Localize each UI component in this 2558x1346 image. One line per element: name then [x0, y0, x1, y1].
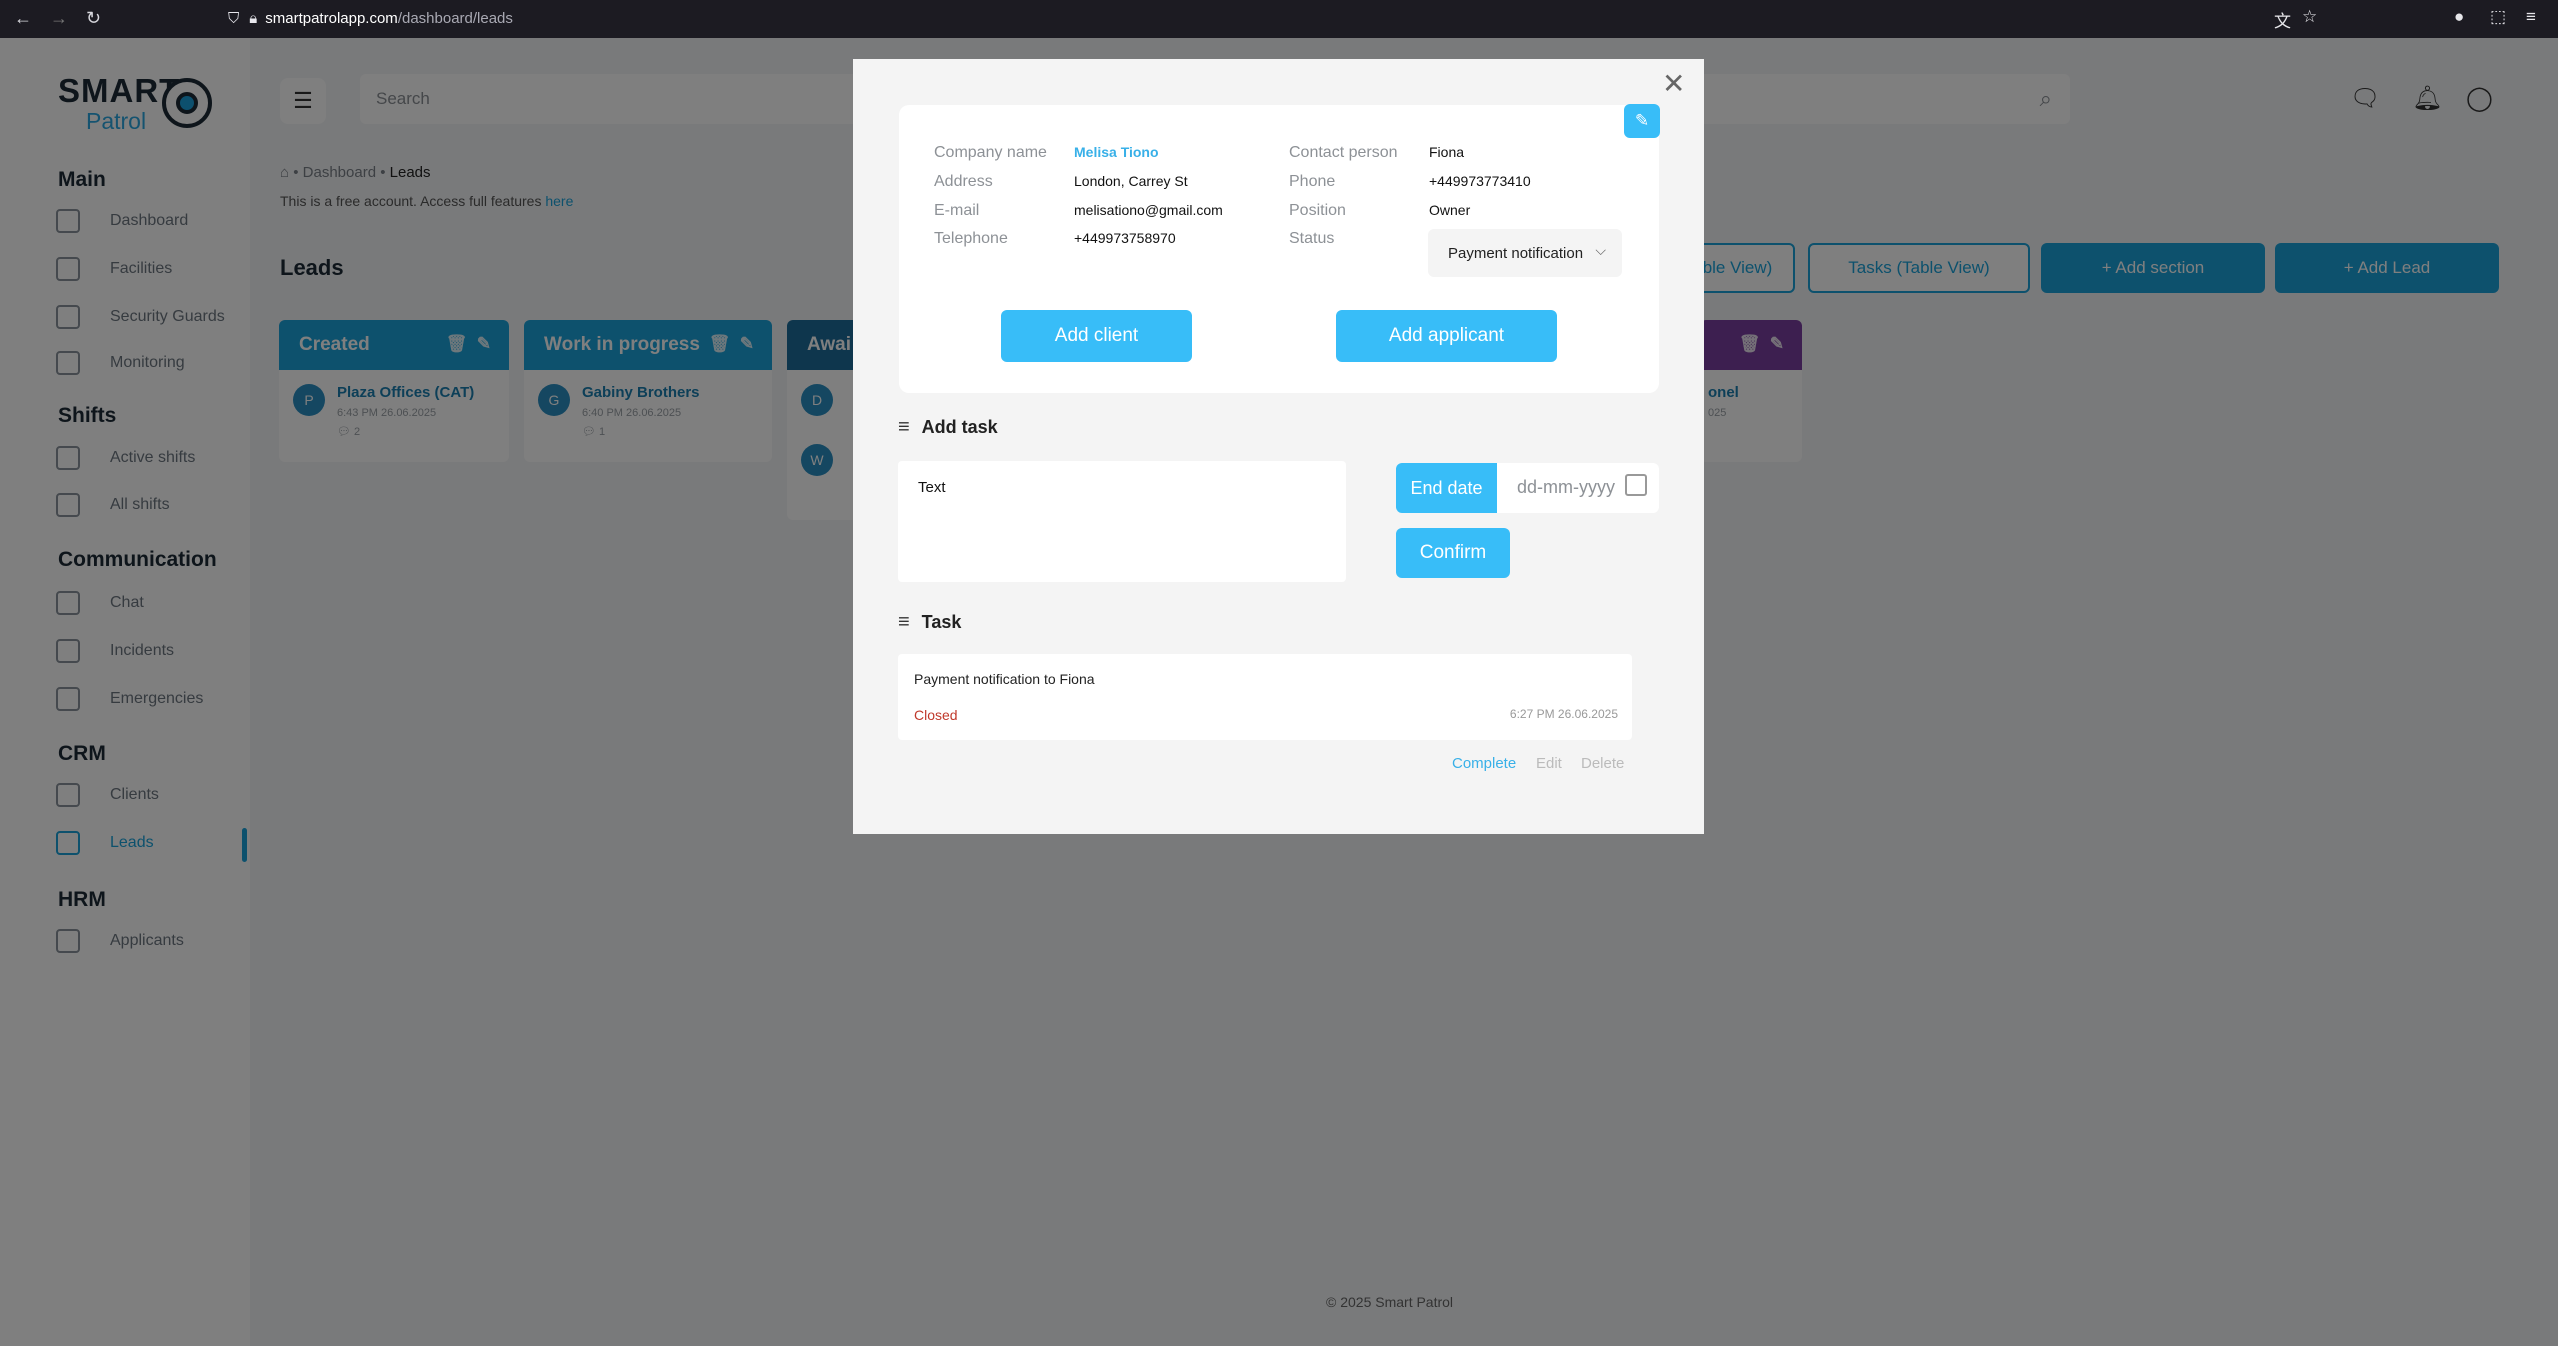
contact-person-value: Fiona [1429, 144, 1465, 160]
url-host: smartpatrolapp.com [265, 10, 398, 27]
add-task-title: Add task [921, 417, 998, 437]
edit-lead-button[interactable]: ✎ [1624, 104, 1660, 138]
back-icon[interactable]: ← [14, 8, 32, 29]
lines-icon: ≡ [898, 611, 910, 633]
task-timestamp: 6:27 PM 26.06.2025 [1509, 707, 1618, 721]
lines-icon: ≡ [898, 416, 910, 438]
add-task-header: ≡ Add task [898, 416, 998, 439]
position-label: Position [1289, 202, 1346, 219]
confirm-button[interactable]: Confirm [1396, 528, 1510, 578]
status-select[interactable]: Payment notification ⌵ [1428, 229, 1622, 277]
company-name-label: Company name [934, 144, 1047, 161]
task-text-input[interactable]: Text [898, 461, 1346, 582]
chevron-down-icon: ⌵ [1595, 242, 1606, 258]
menu-icon[interactable]: ≡ [2526, 7, 2536, 27]
reload-icon[interactable]: ↻ [86, 8, 101, 29]
task-card: Payment notification to Fiona Closed 6:2… [898, 654, 1632, 740]
account-icon[interactable]: ● [2454, 7, 2464, 27]
position-value: Owner [1429, 202, 1471, 218]
status-label: Status [1289, 230, 1335, 247]
end-date-label: End date [1396, 463, 1497, 513]
edit-button[interactable]: Edit [1536, 755, 1562, 772]
bookmark-star-icon[interactable]: ☆ [2302, 7, 2317, 27]
telephone-value: +449973758970 [1074, 230, 1176, 246]
shield-icon: ⛉ [228, 10, 240, 27]
browser-toolbar: ← → ↻ ⛉ 🔒︎ smartpatrolapp.com/dashboard/le… [0, 0, 2558, 38]
extensions-icon[interactable]: ⬚ [2490, 7, 2506, 27]
email-value: melisationo@gmail.com [1074, 202, 1223, 218]
address-label: Address [934, 173, 993, 190]
add-applicant-button[interactable]: Add applicant [1336, 310, 1557, 362]
url-path: /dashboard/leads [397, 10, 513, 27]
phone-label: Phone [1289, 173, 1336, 190]
forward-icon[interactable]: → [50, 8, 68, 29]
translate-icon[interactable]: 文 [2274, 7, 2291, 32]
address-value: London, Carrey St [1074, 173, 1188, 189]
end-date-field[interactable]: End date dd-mm-yyyy [1396, 463, 1659, 513]
calendar-icon[interactable] [1625, 474, 1647, 496]
task-text-value: Text [918, 479, 946, 496]
task-section-title: Task [921, 612, 962, 632]
company-name-value[interactable]: Melisa Tiono [1074, 144, 1159, 160]
pencil-icon: ✎ [1634, 111, 1650, 130]
status-value: Payment notification [1448, 244, 1584, 262]
email-label: E-mail [934, 202, 980, 219]
telephone-label: Telephone [934, 230, 1008, 247]
phone-value: +449973773410 [1429, 173, 1531, 189]
lock-icon: 🔒︎ [249, 10, 258, 27]
task-status: Closed [914, 707, 958, 723]
task-text: Payment notification to Fiona [914, 671, 1095, 687]
date-placeholder: dd-mm-yyyy [1517, 477, 1615, 497]
complete-button[interactable]: Complete [1452, 755, 1516, 772]
delete-button[interactable]: Delete [1581, 755, 1624, 772]
add-client-button[interactable]: Add client [1001, 310, 1192, 362]
close-icon[interactable]: ✕ [1662, 67, 1685, 100]
contact-person-label: Contact person [1289, 144, 1398, 161]
task-header: ≡ Task [898, 611, 961, 634]
address-bar[interactable]: ⛉ 🔒︎ smartpatrolapp.com/dashboard/leads [228, 4, 1928, 34]
